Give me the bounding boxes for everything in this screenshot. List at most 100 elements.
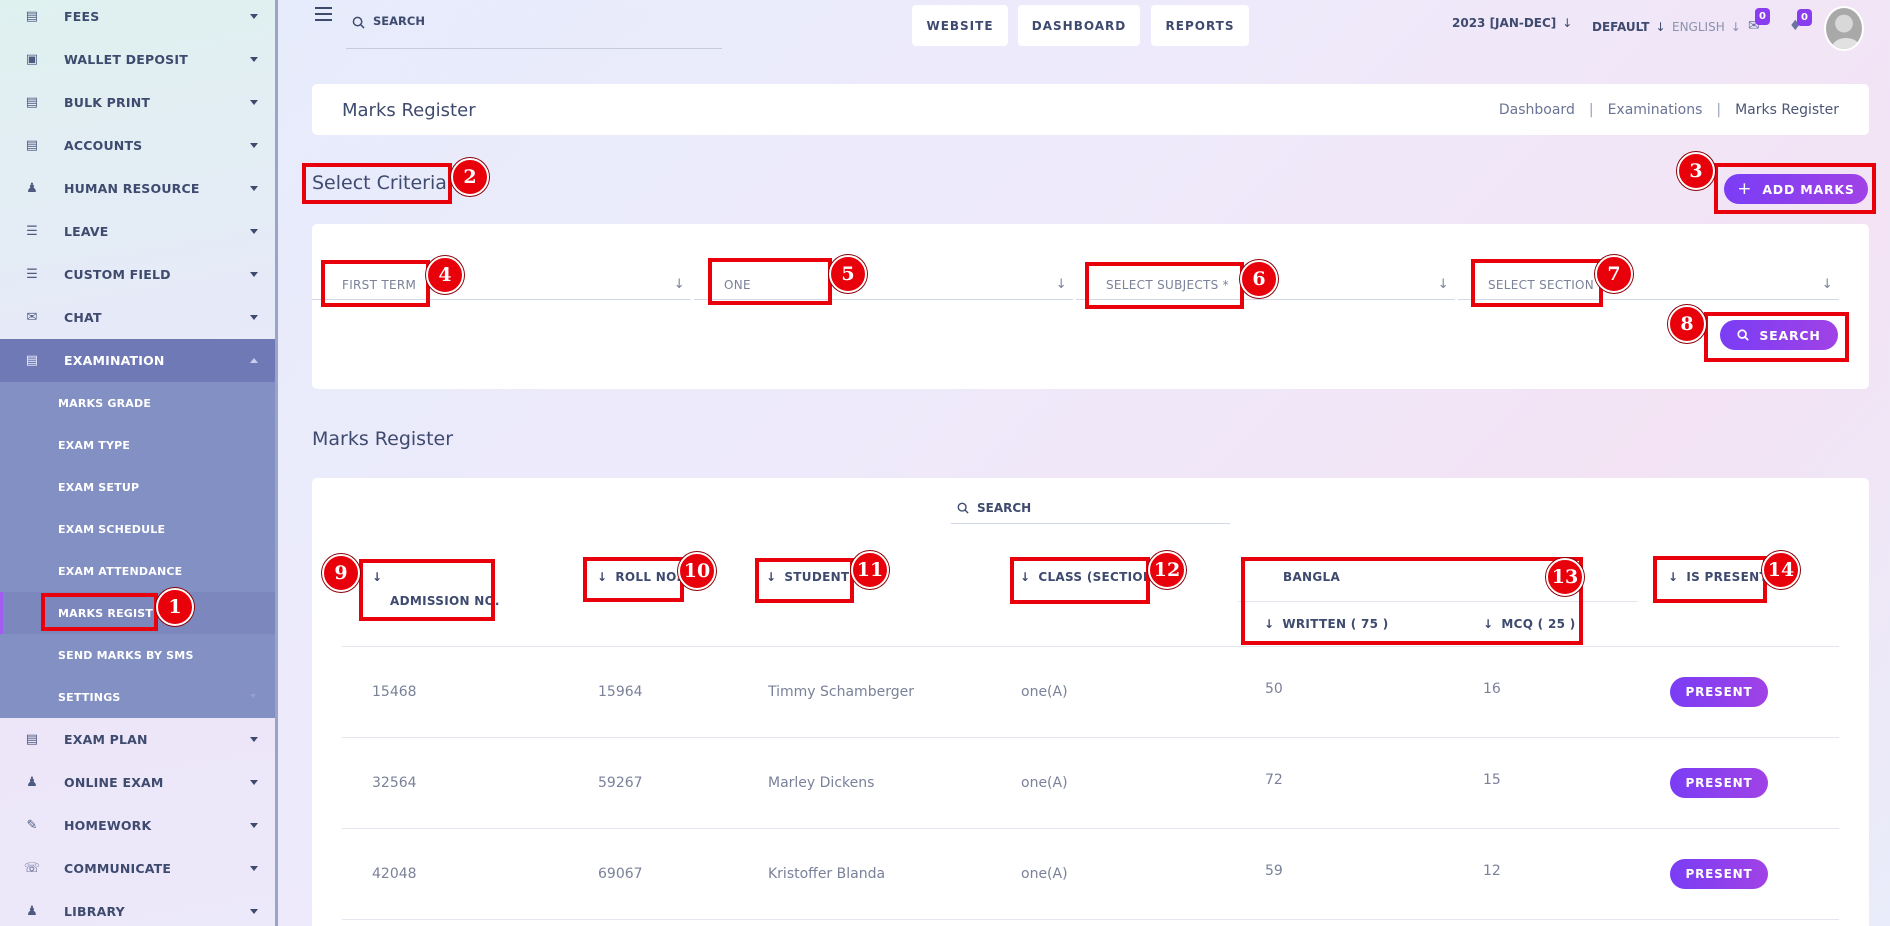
caret-down-icon <box>250 143 258 148</box>
annotation-marker-12: 12 <box>1148 551 1186 589</box>
submenu-item-settings[interactable]: SETTINGS <box>0 676 275 718</box>
sidebar-item-custom-field[interactable]: ☰ CUSTOM FIELD <box>0 253 275 296</box>
sidebar-item-communicate[interactable]: ☏ COMMUNICATE <box>0 847 275 890</box>
annotation-box-12 <box>1010 557 1150 604</box>
annotation-box-4 <box>321 260 430 307</box>
cell-mcq-marks[interactable]: 16 <box>1483 681 1501 697</box>
table-header-divider <box>342 646 1839 647</box>
cell-student: Kristoffer Blanda <box>768 866 886 882</box>
arrow-down-icon: ↓ <box>1655 20 1666 34</box>
submenu-item-marks-grade[interactable]: MARKS GRADE <box>0 382 275 424</box>
sidebar-item-examination[interactable]: ▤ EXAMINATION <box>0 339 275 382</box>
language-selector[interactable]: ENGLISH ↓ <box>1672 20 1741 34</box>
present-button[interactable]: PRESENT <box>1670 859 1768 889</box>
notification-count-badge: 0 <box>1797 9 1812 26</box>
sidebar-item-exam-plan[interactable]: ▤ EXAM PLAN <box>0 718 275 761</box>
caret-down-icon <box>250 866 258 871</box>
submenu-item-label: EXAM TYPE <box>58 438 131 452</box>
row-divider <box>342 828 1839 829</box>
cell-admission-no: 32564 <box>372 775 417 791</box>
caret-up-icon <box>250 358 258 363</box>
present-button[interactable]: PRESENT <box>1670 677 1768 707</box>
cell-written-marks[interactable]: 59 <box>1265 863 1283 879</box>
cell-mcq-marks[interactable]: 12 <box>1483 863 1501 879</box>
sidebar-item-label: ONLINE EXAM <box>64 775 164 790</box>
annotation-box-14 <box>1653 556 1767 603</box>
breadcrumb-separator: | <box>1588 102 1594 118</box>
caret-down-icon <box>250 909 258 914</box>
caret-down-icon <box>250 186 258 191</box>
submenu-item-label: EXAM SETUP <box>58 480 140 494</box>
annotation-box-5 <box>708 258 832 305</box>
annotation-box-1 <box>41 593 158 631</box>
submenu-item-label: SETTINGS <box>58 690 121 704</box>
sidebar-item-leave[interactable]: ☰ LEAVE <box>0 210 275 253</box>
annotation-box-10 <box>583 557 684 602</box>
bed-icon: ☰ <box>26 224 38 239</box>
submenu-item-exam-type[interactable]: EXAM TYPE <box>0 424 275 466</box>
reports-button[interactable]: REPORTS <box>1151 5 1249 46</box>
wallet-icon: ▣ <box>25 52 39 67</box>
laptop-user-icon: ♟ <box>26 775 38 790</box>
theme-selector[interactable]: DEFAULT ↓ <box>1592 20 1666 34</box>
sidebar-item-label: EXAMINATION <box>64 353 165 368</box>
caret-down-icon <box>250 272 258 277</box>
hamburger-menu-icon[interactable] <box>315 7 332 25</box>
sidebar-item-wallet-deposit[interactable]: ▣ WALLET DEPOSIT <box>0 38 275 81</box>
caret-down-icon <box>250 229 258 234</box>
sidebar-item-label: CHAT <box>64 310 102 325</box>
sidebar-item-accounts[interactable]: ▤ ACCOUNTS <box>0 124 275 167</box>
arrow-down-icon: ↓ <box>1437 277 1449 292</box>
homework-icon: ✎ <box>26 818 38 833</box>
search-icon <box>957 502 969 514</box>
avatar[interactable] <box>1824 6 1864 51</box>
sidebar-item-online-exam[interactable]: ♟ ONLINE EXAM <box>0 761 275 804</box>
sidebar-item-label: EXAM PLAN <box>64 732 148 747</box>
submenu-item-label: SEND MARKS BY SMS <box>58 648 194 662</box>
user-tie-icon: ♟ <box>26 181 38 196</box>
message-count-badge: 0 <box>1755 8 1770 25</box>
cell-written-marks[interactable]: 50 <box>1265 681 1283 697</box>
annotation-marker-2: 2 <box>451 158 489 196</box>
top-search-input[interactable] <box>373 14 673 28</box>
present-button[interactable]: PRESENT <box>1670 768 1768 798</box>
sidebar-item-label: LEAVE <box>64 224 109 239</box>
annotation-marker-3: 3 <box>1677 152 1715 190</box>
sidebar-item-homework[interactable]: ✎ HOMEWORK <box>0 804 275 847</box>
submenu-item-exam-schedule[interactable]: EXAM SCHEDULE <box>0 508 275 550</box>
document-icon: ▤ <box>25 353 39 368</box>
breadcrumb-examinations[interactable]: Examinations <box>1608 102 1703 118</box>
submenu-item-send-marks-by-sms[interactable]: SEND MARKS BY SMS <box>0 634 275 676</box>
submenu-item-exam-attendance[interactable]: EXAM ATTENDANCE <box>0 550 275 592</box>
dashboard-button[interactable]: DASHBOARD <box>1018 5 1140 46</box>
sidebar-item-human-resource[interactable]: ♟ HUMAN RESOURCE <box>0 167 275 210</box>
sidebar-item-chat[interactable]: ✉ CHAT <box>0 296 275 339</box>
cell-roll-no: 59267 <box>598 775 643 791</box>
caret-down-icon <box>250 823 258 828</box>
session-selector[interactable]: 2023 [JAN-DEC] ↓ <box>1452 16 1572 30</box>
annotation-marker-13: 13 <box>1546 558 1584 596</box>
cell-mcq-marks[interactable]: 15 <box>1483 772 1501 788</box>
annotation-marker-1: 1 <box>156 588 194 626</box>
submenu-item-exam-setup[interactable]: EXAM SETUP <box>0 466 275 508</box>
sidebar-item-fees[interactable]: ▤ FEES <box>0 0 275 38</box>
submenu-item-label: MARKS GRADE <box>58 396 152 410</box>
arrow-down-icon: ↓ <box>1730 20 1741 34</box>
page-title: Marks Register <box>342 100 476 121</box>
website-button[interactable]: WEBSITE <box>912 5 1008 46</box>
sidebar-item-library[interactable]: ♟ LIBRARY <box>0 890 275 926</box>
cell-written-marks[interactable]: 72 <box>1265 772 1283 788</box>
table-search-input[interactable]: SEARCH <box>951 493 1230 524</box>
bed-icon: ☰ <box>26 267 38 282</box>
breadcrumb-dashboard[interactable]: Dashboard <box>1499 102 1575 118</box>
accounts-icon: ▤ <box>25 138 39 153</box>
sidebar-item-bulk-print[interactable]: ▤ BULK PRINT <box>0 81 275 124</box>
arrow-down-icon: ↓ <box>1821 277 1833 292</box>
annotation-marker-7: 7 <box>1595 255 1633 293</box>
receipt-icon: ▤ <box>25 9 39 24</box>
cell-admission-no: 42048 <box>372 866 417 882</box>
annotation-box-9 <box>359 559 495 621</box>
marks-register-title: Marks Register <box>312 428 454 450</box>
breadcrumb: Dashboard | Examinations | Marks Registe… <box>1499 102 1839 118</box>
cell-class-section: one(A) <box>1021 866 1068 882</box>
